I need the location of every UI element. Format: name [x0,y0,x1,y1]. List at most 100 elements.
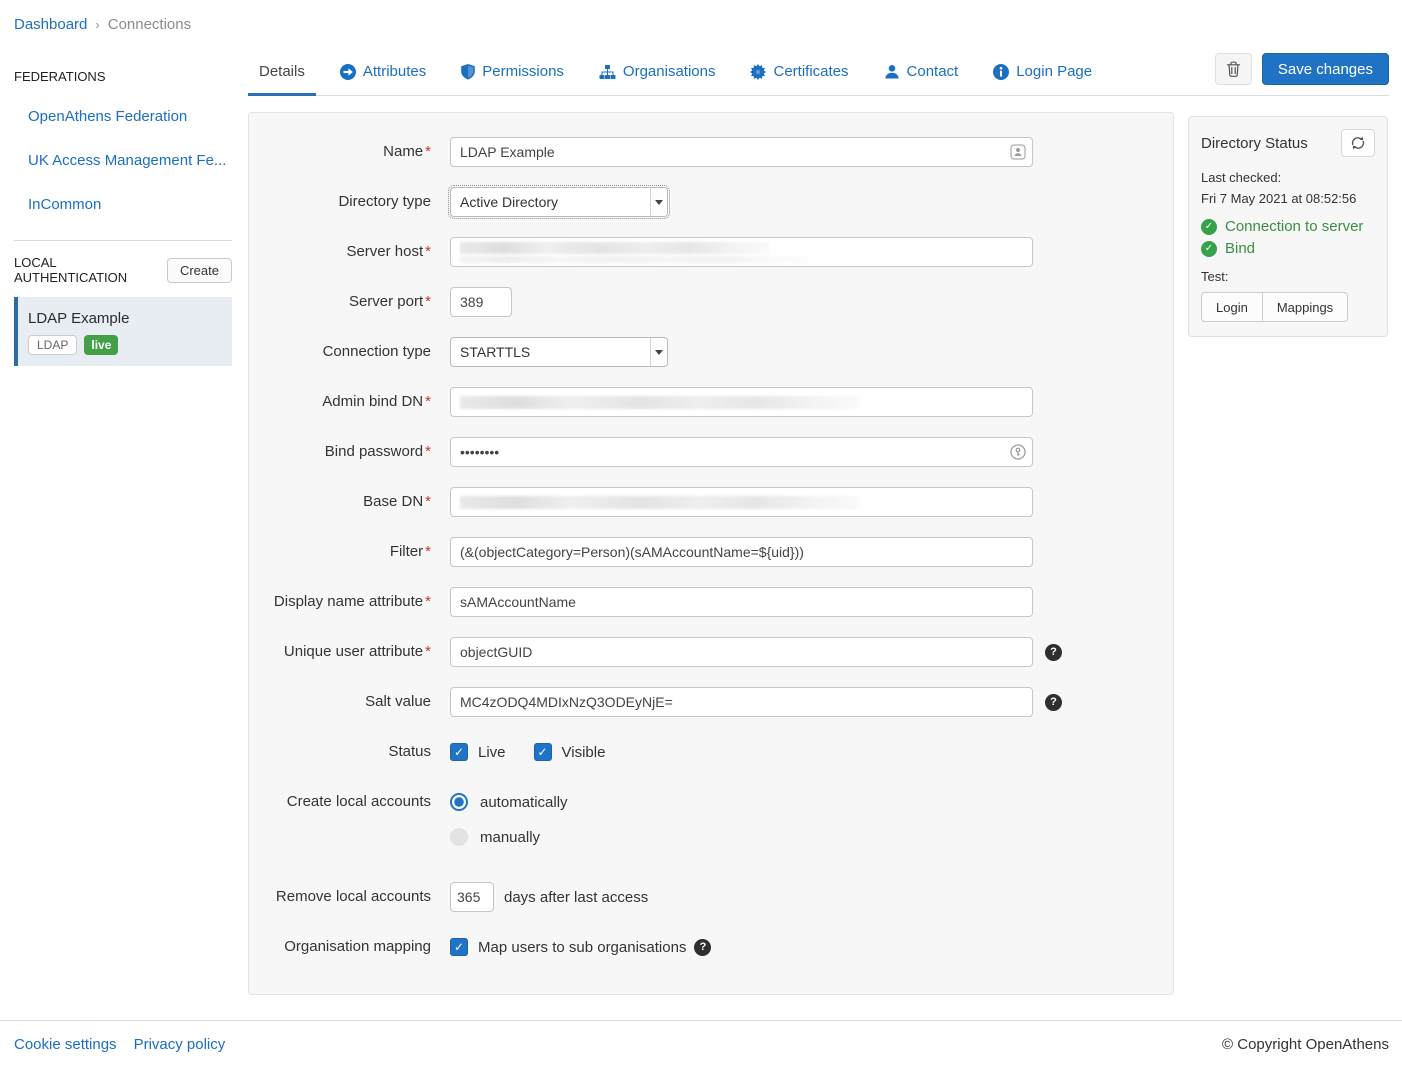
check-icon: ✓ [454,746,464,758]
password-key-icon[interactable] [1010,444,1026,460]
tab-login-page[interactable]: Login Page [982,53,1103,96]
display-name-attribute-input[interactable] [450,587,1033,617]
breadcrumb: Dashboard › Connections [0,0,1402,33]
sidebar-item-uk-access-management[interactable]: UK Access Management Fe... [28,152,232,169]
required-marker: * [425,593,431,610]
breadcrumb-dashboard-link[interactable]: Dashboard [14,16,87,33]
cookie-settings-link[interactable]: Cookie settings [14,1036,117,1053]
bind-status: Bind [1225,240,1255,257]
visible-checkbox[interactable]: ✓ [534,743,552,761]
server-host-input[interactable] [450,237,1033,267]
server-port-input[interactable] [450,287,512,317]
remove-local-accounts-input[interactable] [450,882,494,912]
tab-contact[interactable]: Contact [873,53,970,96]
last-checked-value: Fri 7 May 2021 at 08:52:56 [1201,191,1375,206]
required-marker: * [425,243,431,260]
create-button[interactable]: Create [167,258,232,283]
name-input[interactable] [450,137,1033,167]
footer: Cookie settings Privacy policy © Copyrig… [0,1020,1402,1074]
remove-local-accounts-suffix: days after last access [504,889,648,906]
salt-value-input[interactable] [450,687,1033,717]
live-checkbox-label: Live [478,744,506,761]
breadcrumb-separator-icon: › [95,17,99,32]
bind-password-input[interactable] [450,437,1033,467]
automatically-radio[interactable] [450,793,468,811]
required-marker: * [425,293,431,310]
autofill-icon[interactable] [1010,144,1026,160]
check-icon: ✓ [538,746,548,758]
sidebar-item-incommon[interactable]: InCommon [28,196,232,213]
help-icon[interactable]: ? [694,939,711,956]
manually-radio[interactable] [450,828,468,846]
refresh-icon [1350,136,1366,150]
tab-permissions[interactable]: Permissions [450,53,575,96]
delete-button[interactable] [1215,53,1252,85]
sidebar: FEDERATIONS OpenAthens Federation UK Acc… [14,53,232,995]
bind-password-label: Bind password* [249,437,431,467]
base-dn-input[interactable] [450,487,1033,517]
person-icon [884,64,900,80]
filter-input[interactable] [450,537,1033,567]
map-users-checkbox-label: Map users to sub organisations [478,939,686,956]
directory-type-label: Directory type [249,187,431,217]
help-icon[interactable]: ? [1045,694,1062,711]
tab-attributes-label: Attributes [363,63,426,80]
required-marker: * [425,543,431,560]
live-checkbox[interactable]: ✓ [450,743,468,761]
save-changes-button[interactable]: Save changes [1262,53,1389,85]
sitemap-icon [599,64,616,80]
test-mappings-button[interactable]: Mappings [1263,292,1348,322]
shield-icon [461,64,475,80]
success-check-icon: ✓ [1201,241,1217,257]
tab-attributes[interactable]: Attributes [329,53,437,96]
salt-value-label: Salt value [249,687,431,717]
federations-heading: FEDERATIONS [14,69,232,84]
tab-bar: Details Attributes Permissions Organisat… [248,53,1389,96]
test-login-button[interactable]: Login [1201,292,1263,322]
required-marker: * [425,493,431,510]
server-host-label: Server host* [249,237,431,267]
connection-type-label: Connection type [249,337,431,367]
unique-user-attribute-label: Unique user attribute* [249,637,431,667]
visible-checkbox-label: Visible [562,744,606,761]
directory-status-panel: Directory Status Last checked: Fri 7 May… [1188,116,1388,337]
ldap-type-badge: LDAP [28,335,77,355]
sidebar-item-ldap-example[interactable]: LDAP Example LDAP live [14,297,232,366]
refresh-button[interactable] [1341,129,1375,157]
privacy-policy-link[interactable]: Privacy policy [134,1036,226,1053]
tab-permissions-label: Permissions [482,63,564,80]
directory-status-title: Directory Status [1201,135,1308,152]
redacted-value [460,396,860,409]
base-dn-label: Base DN* [249,487,431,517]
display-name-attribute-label: Display name attribute* [249,587,431,617]
main: Details Attributes Permissions Organisat… [248,53,1389,995]
redacted-value [460,242,770,254]
sidebar-divider [14,240,232,241]
sidebar-item-openathens-federation[interactable]: OpenAthens Federation [28,108,232,125]
unique-user-attribute-input[interactable] [450,637,1033,667]
remove-local-accounts-label: Remove local accounts [249,882,431,912]
tab-certificates[interactable]: Certificates [739,53,859,96]
info-circle-icon [993,64,1009,80]
tab-certificates-label: Certificates [773,63,848,80]
details-form: Name* Directory type Active Directory [248,112,1174,995]
connection-type-select[interactable]: STARTTLS [450,337,668,367]
last-checked-label: Last checked: [1201,170,1375,185]
directory-type-select[interactable]: Active Directory [450,187,668,217]
admin-bind-dn-input[interactable] [450,387,1033,417]
success-check-icon: ✓ [1201,219,1217,235]
filter-label: Filter* [249,537,431,567]
tab-details[interactable]: Details [248,53,316,96]
tab-organisations[interactable]: Organisations [588,53,727,96]
redacted-value [460,256,809,263]
server-port-label: Server port* [249,287,431,317]
status-label: Status [249,737,431,767]
help-icon[interactable]: ? [1045,644,1062,661]
map-users-checkbox[interactable]: ✓ [450,938,468,956]
create-local-accounts-label: Create local accounts [249,787,431,817]
manually-radio-label: manually [480,829,540,846]
automatically-radio-label: automatically [480,794,568,811]
chevron-down-icon [650,338,667,366]
name-label: Name* [249,137,431,167]
tab-login-page-label: Login Page [1016,63,1092,80]
